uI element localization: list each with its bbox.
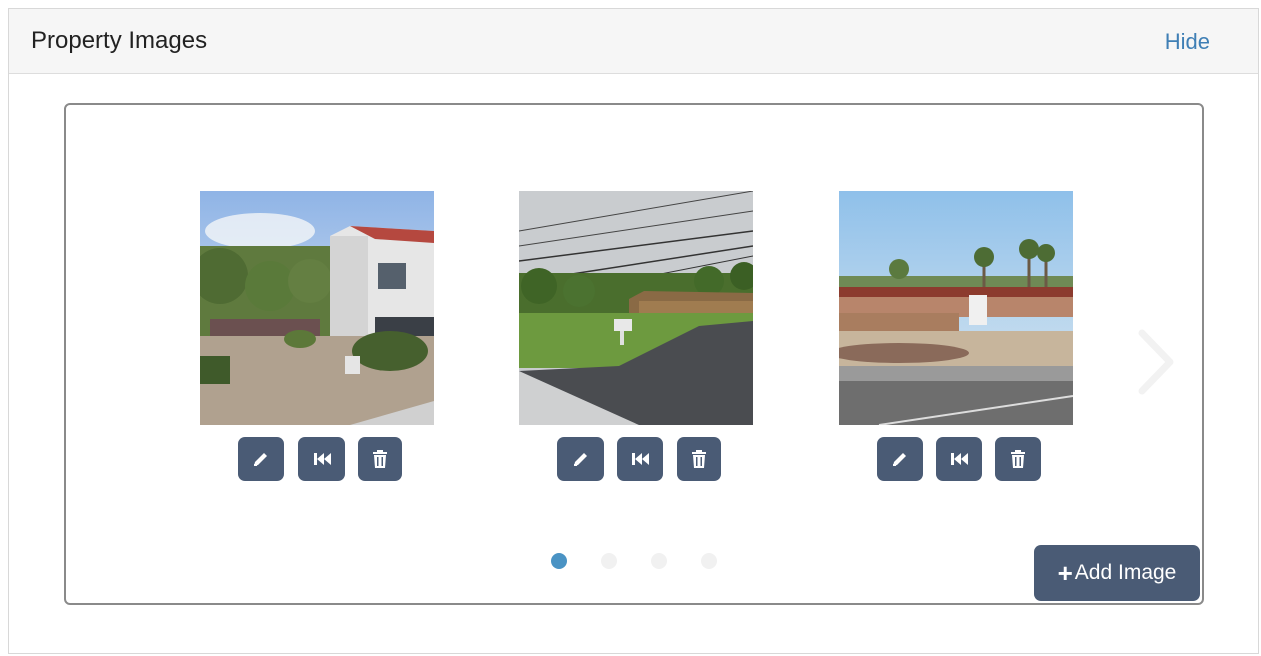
carousel-slide [200, 191, 434, 481]
move-first-button[interactable] [936, 437, 982, 481]
trash-icon [1011, 450, 1025, 468]
edit-icon [573, 453, 587, 466]
first-icon [632, 453, 649, 465]
delete-image-button[interactable] [358, 437, 402, 481]
edit-icon [254, 453, 267, 466]
trash-icon [692, 450, 706, 468]
pagination-dot-4[interactable] [701, 553, 717, 569]
image-actions [877, 437, 1047, 481]
panel-title: Property Images [31, 27, 208, 54]
pagination-dot-3[interactable] [651, 553, 667, 569]
edit-image-button[interactable] [877, 437, 923, 481]
pagination-dot-1[interactable] [551, 553, 567, 569]
next-slide-arrow[interactable] [1134, 327, 1178, 397]
carousel-slide [839, 191, 1073, 481]
plus-icon: + [1057, 558, 1073, 588]
first-icon [951, 453, 968, 465]
carousel-slide [519, 191, 753, 481]
add-image-label: Add Image [1074, 561, 1177, 584]
first-icon [313, 453, 331, 465]
pagination-dot-2[interactable] [601, 553, 617, 569]
edit-icon [893, 453, 906, 466]
property-photo[interactable] [839, 191, 1073, 425]
image-actions [557, 437, 727, 481]
add-image-button[interactable]: + Add Image [1034, 545, 1200, 601]
panel-header: Property Images Hide [9, 9, 1258, 74]
image-actions [238, 437, 408, 481]
delete-image-button[interactable] [995, 437, 1041, 481]
property-images-panel: Property Images Hide + Add Image [8, 8, 1259, 654]
trash-icon [373, 450, 387, 468]
image-carousel: + Add Image [64, 103, 1204, 605]
delete-image-button[interactable] [677, 437, 721, 481]
edit-image-button[interactable] [238, 437, 284, 481]
move-first-button[interactable] [298, 437, 345, 481]
edit-image-button[interactable] [557, 437, 604, 481]
hide-link[interactable]: Hide [1165, 29, 1210, 55]
move-first-button[interactable] [617, 437, 663, 481]
property-photo[interactable] [200, 191, 434, 425]
property-photo[interactable] [519, 191, 753, 425]
